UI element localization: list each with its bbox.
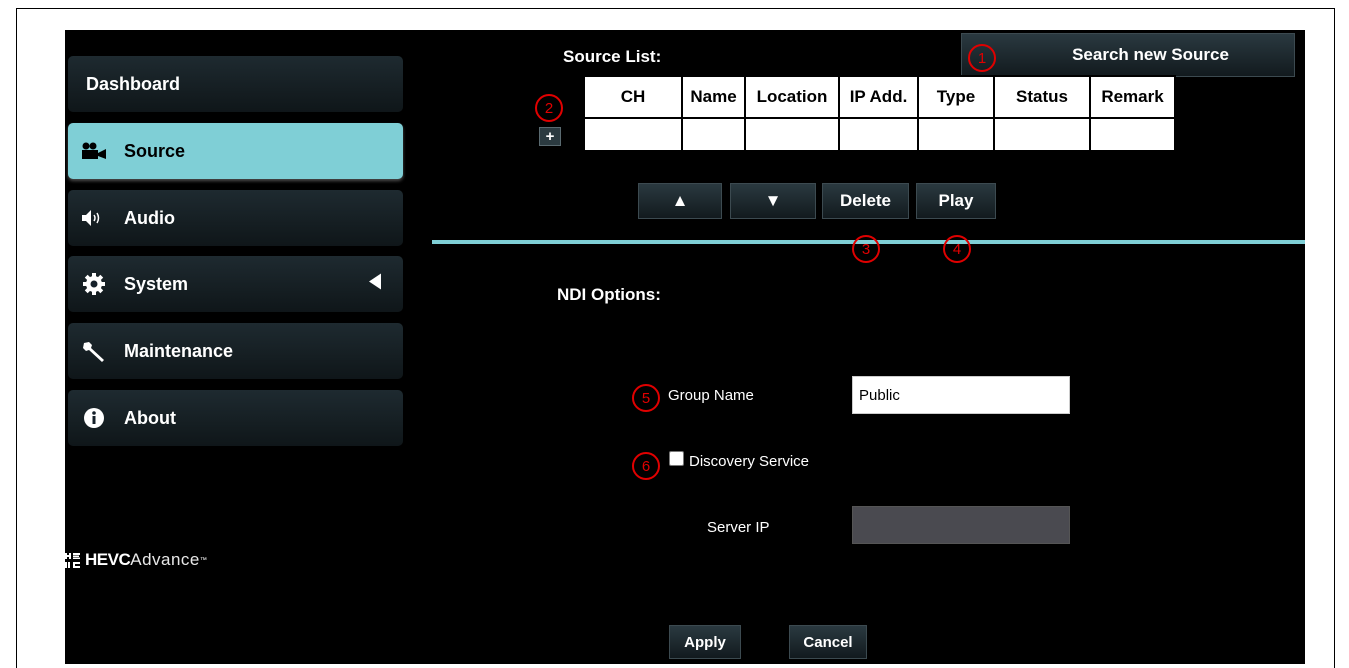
search-new-source-label: Search new Source xyxy=(1072,45,1229,64)
move-down-button[interactable]: ▼ xyxy=(730,183,816,219)
source-list-title: Source List: xyxy=(563,47,662,66)
gear-icon xyxy=(81,273,107,295)
cancel-button[interactable]: Cancel xyxy=(789,625,867,659)
column-header: Name xyxy=(681,75,746,119)
play-button[interactable]: Play xyxy=(916,183,996,219)
cancel-label: Cancel xyxy=(803,633,853,651)
add-source-label: + xyxy=(545,128,555,145)
move-up-button[interactable]: ▲ xyxy=(638,183,722,219)
server-ip-input[interactable] xyxy=(852,506,1070,544)
table-row[interactable] xyxy=(583,117,1176,152)
logo-light-text: Advance xyxy=(130,550,200,569)
up-arrow-icon: ▲ xyxy=(671,191,689,210)
delete-button[interactable]: Delete xyxy=(822,183,909,219)
apply-button[interactable]: Apply xyxy=(669,625,741,659)
table-cell xyxy=(744,117,840,152)
sidebar-item-maintenance[interactable]: Maintenance xyxy=(68,323,403,379)
apply-label: Apply xyxy=(684,633,726,651)
discovery-service-label: Discovery Service xyxy=(689,453,810,470)
logo-trademark: ™ xyxy=(199,556,207,564)
wrench-icon xyxy=(81,340,107,362)
sidebar-item-label: Maintenance xyxy=(124,340,234,361)
add-source-button[interactable]: + xyxy=(539,127,561,146)
search-new-source-button[interactable]: Search new Source xyxy=(961,33,1295,77)
sidebar-item-label: Source xyxy=(124,140,186,161)
group-name-input[interactable] xyxy=(852,376,1070,414)
ndi-options-title: NDI Options: xyxy=(557,285,661,304)
table-cell xyxy=(1089,117,1176,152)
table-cell xyxy=(838,117,919,152)
info-icon xyxy=(81,407,107,429)
down-arrow-icon: ▼ xyxy=(764,191,782,210)
callout-3: 3 xyxy=(852,235,880,263)
column-header: CH xyxy=(583,75,683,119)
column-header: IP Add. xyxy=(838,75,919,119)
app-window: Dashboard Source Audio System Maintenanc… xyxy=(65,30,1305,664)
column-header: Remark xyxy=(1089,75,1176,119)
callout-1: 1 xyxy=(968,44,996,72)
table-cell xyxy=(681,117,746,152)
sidebar-item-label: About xyxy=(124,407,176,428)
column-header: Type xyxy=(917,75,995,119)
sidebar-item-source[interactable]: Source xyxy=(68,123,403,179)
table-header-row: CH Name Location IP Add. Type Status Rem… xyxy=(583,75,1176,119)
column-header: Status xyxy=(993,75,1091,119)
sidebar-item-system[interactable]: System xyxy=(68,256,403,312)
expand-arrow-icon xyxy=(369,273,381,295)
sidebar-item-about[interactable]: About xyxy=(68,390,403,446)
speaker-icon xyxy=(81,207,107,229)
hevc-advance-logo: HEVC Advance ™ xyxy=(65,550,207,570)
video-camera-icon xyxy=(81,140,107,162)
hevc-logo-icon xyxy=(65,552,80,568)
sidebar-item-label: Audio xyxy=(124,207,175,228)
delete-label: Delete xyxy=(839,191,892,210)
table-cell xyxy=(583,117,683,152)
column-header: Location xyxy=(744,75,840,119)
discovery-service-checkbox[interactable] xyxy=(669,451,684,466)
play-label: Play xyxy=(938,191,974,210)
logo-bold-text: HEVC xyxy=(85,550,131,569)
sidebar-item-label: System xyxy=(124,273,189,294)
sidebar-item-dashboard[interactable]: Dashboard xyxy=(68,56,403,112)
callout-2: 2 xyxy=(535,94,563,122)
server-ip-label: Server IP xyxy=(707,519,770,536)
callout-6: 6 xyxy=(632,452,660,480)
callout-5: 5 xyxy=(632,384,660,412)
table-cell xyxy=(993,117,1091,152)
table-cell xyxy=(917,117,995,152)
sidebar-item-label: Dashboard xyxy=(86,73,181,94)
group-name-label: Group Name xyxy=(668,387,754,404)
source-table: CH Name Location IP Add. Type Status Rem… xyxy=(583,75,1176,152)
sidebar-item-audio[interactable]: Audio xyxy=(68,190,403,246)
callout-4: 4 xyxy=(943,235,971,263)
